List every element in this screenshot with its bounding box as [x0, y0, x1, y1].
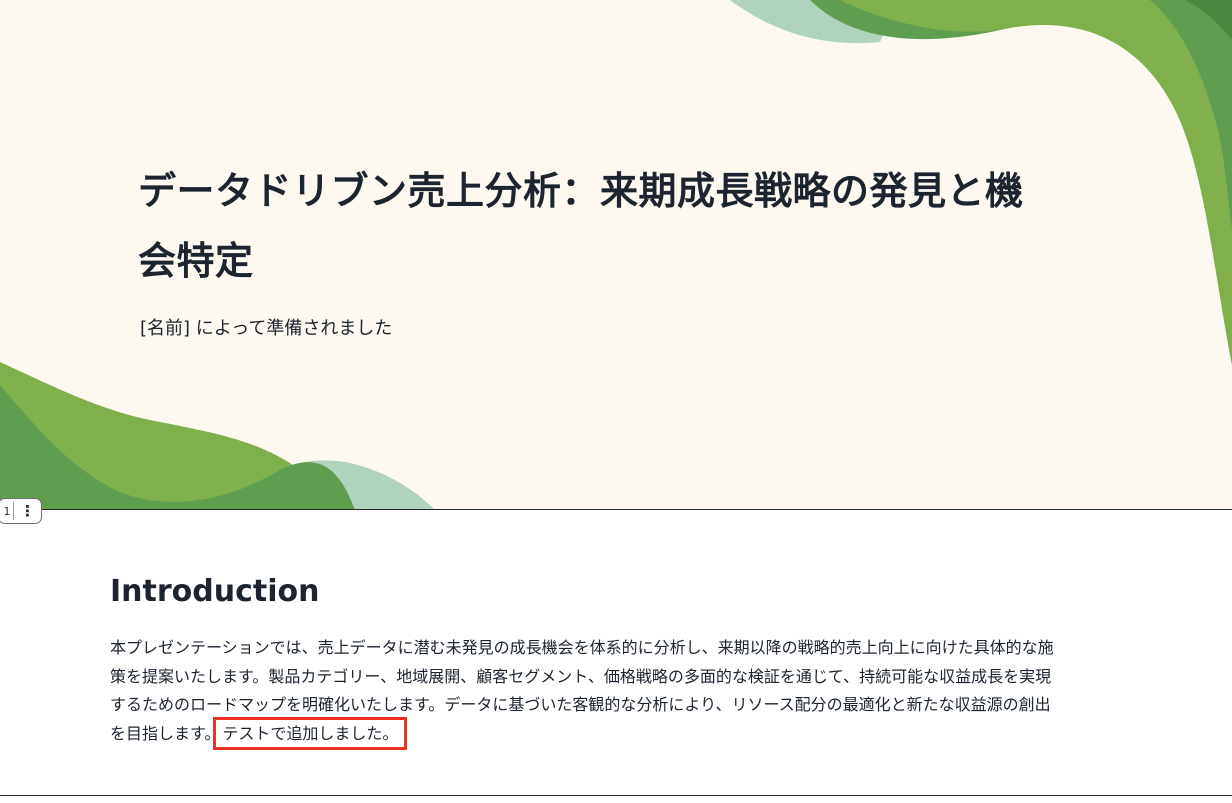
slide-subtitle[interactable]: [名前] によって準備されました — [140, 314, 392, 344]
intro-body[interactable]: 本プレゼンテーションでは、売上データに潜む未発見の成長機会を体系的に分析し、来期… — [110, 634, 1055, 750]
slide-title[interactable]: データドリブン売上分析：来期成長戦略の発見と機会特定 — [138, 156, 1038, 296]
slide-number: 1 — [3, 504, 11, 518]
intro-heading[interactable]: Introduction — [110, 572, 319, 612]
intro-slide[interactable]: Introduction 本プレゼンテーションでは、売上データに潜む未発見の成長… — [0, 509, 1232, 796]
highlighted-added-text: テストで追加しました。 — [213, 716, 408, 750]
title-slide[interactable]: データドリブン売上分析：来期成長戦略の発見と機会特定 [名前] によって準備され… — [0, 0, 1232, 510]
presentation-canvas: データドリブン売上分析：来期成長戦略の発見と機会特定 [名前] によって準備され… — [0, 0, 1232, 803]
slide-number-tab[interactable]: 1 ⋮ — [0, 498, 42, 524]
more-options-icon[interactable]: ⋮ — [14, 502, 41, 520]
